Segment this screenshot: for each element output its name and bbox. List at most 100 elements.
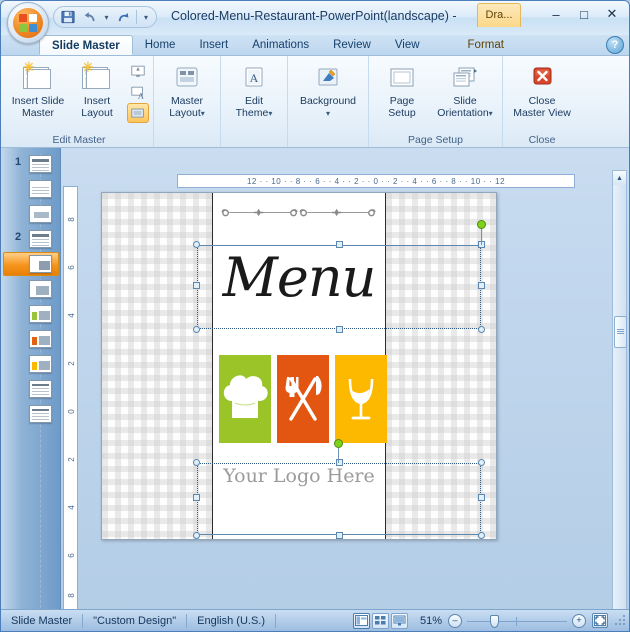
slide-orientation-button[interactable]: Slide Orientation▾ — [432, 59, 498, 119]
slide-show-icon — [393, 615, 406, 626]
thumbnail-layout-content[interactable] — [29, 205, 52, 223]
chevron-down-icon[interactable]: ▾ — [489, 109, 493, 118]
thumbnail-item[interactable] — [1, 352, 60, 377]
rename-master-button[interactable]: A — [127, 82, 149, 102]
thumbnail-item[interactable] — [1, 177, 60, 202]
insert-slide-master-button[interactable]: ✳ Insert Slide Master — [9, 59, 67, 119]
zoom-slider-midpoint — [516, 616, 517, 626]
undo-dropdown[interactable]: ▾ — [102, 8, 111, 26]
group-label-edit-master: Edit Master — [52, 134, 106, 146]
thumbnail-slide-master-1[interactable] — [29, 155, 52, 173]
zoom-slider[interactable] — [467, 614, 567, 628]
zoom-in-button[interactable]: + — [572, 613, 586, 628]
status-divider — [275, 613, 277, 628]
maximize-button[interactable]: □ — [571, 3, 597, 25]
quick-access-toolbar: ▾ ▾ — [53, 6, 157, 28]
thumbnail-layout-text-1[interactable] — [29, 380, 52, 398]
help-button[interactable]: ? — [606, 36, 624, 54]
resize-grip-icon[interactable] — [614, 614, 626, 627]
vruler-tick: 4 — [67, 313, 76, 318]
decorative-flourish — [221, 205, 377, 219]
title-bar: ▾ ▾ Colored-Menu-Restaurant-PowerPoint(l… — [1, 1, 629, 44]
thumbnail-layout-a[interactable] — [29, 280, 52, 298]
thumbnail-layout-green[interactable] — [29, 305, 52, 323]
slide-sorter-view-button[interactable] — [371, 612, 389, 629]
slide-center-panel: Menu Your Logo Here — [212, 193, 387, 539]
chevron-down-icon[interactable]: ▾ — [268, 109, 272, 118]
close-master-view-button[interactable]: Close Master View — [507, 59, 577, 119]
close-master-view-icon — [533, 67, 552, 85]
tile-chef-hat[interactable] — [219, 355, 271, 443]
slide-master-thumbnail-pane[interactable]: 1 2 — [1, 148, 61, 631]
slide-sorter-icon — [374, 616, 386, 625]
tab-slide-master[interactable]: Slide Master — [39, 35, 133, 55]
logo-placeholder-text[interactable]: Your Logo Here — [213, 465, 385, 487]
icon-tiles-group — [219, 355, 387, 443]
scroll-up-button[interactable]: ▲ — [613, 171, 626, 185]
slide-master-canvas[interactable]: Menu Your Logo Here — [101, 192, 497, 540]
undo-button[interactable] — [80, 8, 100, 26]
slide-show-button[interactable] — [390, 612, 408, 629]
redo-button[interactable] — [113, 8, 133, 26]
thumbnail-item[interactable] — [1, 302, 60, 327]
thumbnail-item[interactable]: 1 — [1, 152, 60, 177]
delete-master-button[interactable] — [127, 103, 149, 123]
thumbnail-layout-title-selected[interactable] — [29, 255, 52, 273]
thumbnail-item[interactable] — [1, 402, 60, 427]
vertical-ruler[interactable]: 8 6 4 2 0 2 4 6 8 — [63, 186, 78, 631]
thumbnail-item[interactable] — [1, 277, 60, 302]
tab-animations[interactable]: Animations — [240, 35, 321, 55]
zoom-level-label[interactable]: 51% — [414, 615, 448, 627]
slide-orientation-icon — [453, 67, 477, 87]
tab-view[interactable]: View — [383, 35, 432, 55]
status-theme-name[interactable]: "Custom Design" — [83, 613, 186, 629]
vertical-scrollbar[interactable]: ▲ ▼ ▲ ▼ — [612, 170, 627, 631]
thumbnail-layout-orange[interactable] — [29, 330, 52, 348]
chevron-down-icon[interactable]: ▾ — [201, 109, 205, 118]
tile-wine-glass[interactable] — [335, 355, 387, 443]
thumbnail-item[interactable] — [1, 327, 60, 352]
save-icon — [61, 10, 75, 24]
thumbnail-item[interactable] — [1, 202, 60, 227]
slide-background-left — [102, 193, 212, 539]
minimize-button[interactable]: – — [543, 3, 569, 25]
close-button[interactable]: ✕ — [599, 3, 625, 25]
slide-title-text[interactable]: Menu — [213, 251, 385, 305]
office-button[interactable] — [7, 2, 49, 44]
tile-fork-knife[interactable] — [277, 355, 329, 443]
workspace: 1 2 8 6 4 2 0 2 4 6 8 12 · · 10 · · 8 · … — [1, 148, 629, 631]
redo-icon — [118, 12, 129, 21]
thumbnail-item-selected[interactable] — [1, 252, 60, 277]
insert-layout-button[interactable]: ✳ Insert Layout — [68, 59, 126, 119]
thumbnail-layout-blank[interactable] — [29, 180, 52, 198]
master-layout-button[interactable]: Master Layout▾ — [158, 59, 216, 119]
thumbnail-slide-master-2[interactable] — [29, 230, 52, 248]
save-button[interactable] — [58, 8, 78, 26]
preserve-master-button[interactable] — [127, 61, 149, 81]
vertical-scroll-thumb[interactable] — [614, 316, 627, 348]
vruler-tick: 6 — [67, 553, 76, 558]
normal-view-button[interactable] — [352, 612, 370, 629]
tab-insert[interactable]: Insert — [187, 35, 240, 55]
slide-canvas-area[interactable]: 12 · · 10 · · 8 · · 6 · · 4 · · 2 · · 0 … — [79, 170, 611, 631]
fit-slide-to-window-button[interactable] — [592, 613, 608, 628]
thumbnail-item[interactable]: 2 — [1, 227, 60, 252]
tab-review[interactable]: Review — [321, 35, 383, 55]
tab-home[interactable]: Home — [133, 35, 188, 55]
office-logo-icon — [13, 8, 43, 38]
zoom-slider-handle[interactable] — [490, 614, 499, 628]
thumbnail-layout-text-2[interactable] — [29, 405, 52, 423]
horizontal-ruler[interactable]: 12 · · 10 · · 8 · · 6 · · 4 · · 2 · · 0 … — [177, 174, 575, 188]
customize-qat-button[interactable]: ▾ — [140, 8, 152, 26]
edit-theme-button[interactable]: A Edit Theme▾ — [225, 59, 283, 119]
thumbnail-item[interactable] — [1, 377, 60, 402]
chevron-down-icon[interactable]: ▾ — [326, 109, 330, 118]
page-setup-button[interactable]: Page Setup — [373, 59, 431, 119]
tab-format[interactable]: Format — [456, 35, 516, 55]
background-styles-icon — [318, 68, 338, 86]
thumbnail-layout-yellow[interactable] — [29, 355, 52, 373]
background-styles-button[interactable]: Background ▾ — [292, 59, 364, 119]
zoom-out-button[interactable]: – — [448, 613, 462, 628]
status-bar: Slide Master "Custom Design" English (U.… — [1, 609, 629, 631]
status-language[interactable]: English (U.S.) — [187, 613, 275, 629]
